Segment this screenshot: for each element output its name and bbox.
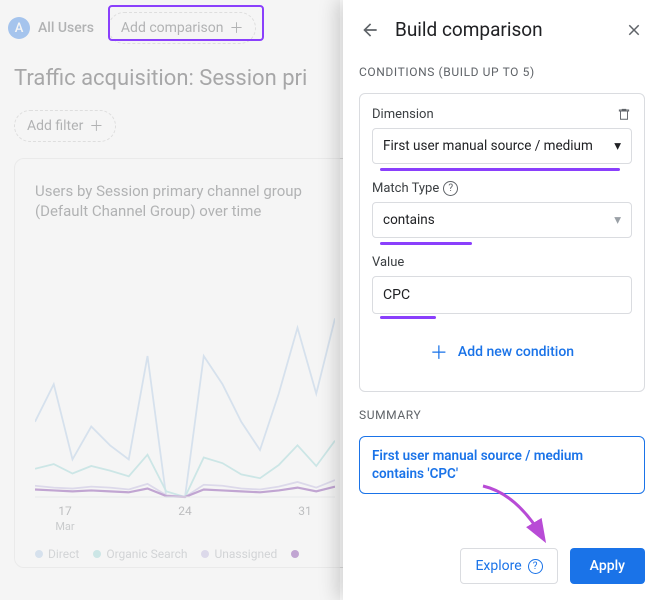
annotation-underline xyxy=(380,316,436,319)
plus-icon: ＋ xyxy=(430,339,448,365)
help-icon: ? xyxy=(528,559,543,574)
apply-button[interactable]: Apply xyxy=(570,548,645,584)
annotation-arrow xyxy=(475,480,565,560)
match-type-label: Match Type xyxy=(372,181,439,196)
chart-title: Users by Session primary channel group (… xyxy=(35,181,325,222)
page-title: Traffic acquisition: Session pri xyxy=(14,66,307,91)
add-condition-button[interactable]: ＋ Add new condition xyxy=(372,329,632,375)
chevron-down-icon: ▾ xyxy=(614,138,621,154)
x-axis: 17Mar 24 31 xyxy=(35,504,335,533)
value-label: Value xyxy=(372,255,404,270)
add-filter-button[interactable]: Add filter ＋ xyxy=(14,110,116,142)
line-chart xyxy=(35,309,335,499)
back-icon[interactable] xyxy=(359,19,381,41)
plus-icon: ＋ xyxy=(89,116,103,136)
chart-legend: Direct Organic Search Unassigned xyxy=(35,547,299,561)
annotation-highlight xyxy=(108,5,264,41)
annotation-underline xyxy=(380,168,620,171)
match-type-select[interactable]: contains ▾ xyxy=(372,202,632,238)
summary-section-label: SUMMARY xyxy=(359,408,645,422)
avatar: A xyxy=(8,17,30,39)
dimension-label: Dimension xyxy=(372,107,434,122)
close-icon[interactable] xyxy=(623,19,645,41)
drawer-title: Build comparison xyxy=(395,18,609,41)
annotation-underline xyxy=(380,242,472,245)
delete-icon[interactable] xyxy=(616,106,632,122)
add-filter-label: Add filter xyxy=(27,118,83,134)
audience-chip-all-users[interactable]: All Users xyxy=(38,20,94,36)
condition-card: Dimension First user manual source / med… xyxy=(359,93,645,392)
conditions-section-label: CONDITIONS (BUILD UP TO 5) xyxy=(359,65,645,79)
dimension-select[interactable]: First user manual source / medium ▾ xyxy=(372,128,632,164)
chevron-down-icon: ▾ xyxy=(614,212,621,228)
value-input[interactable] xyxy=(372,276,632,314)
help-icon[interactable]: ? xyxy=(443,181,458,196)
